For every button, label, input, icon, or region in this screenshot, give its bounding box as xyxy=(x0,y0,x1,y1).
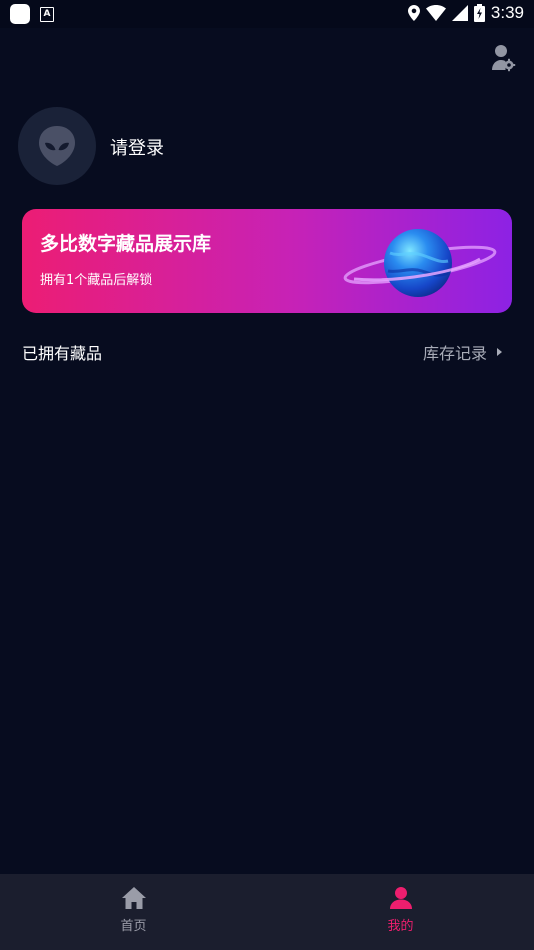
inventory-record-link[interactable]: 库存记录 xyxy=(423,340,502,364)
nav-item-mine[interactable]: 我的 xyxy=(267,874,534,950)
location-icon xyxy=(407,5,420,21)
app-notification-icon xyxy=(10,4,30,24)
signal-icon xyxy=(451,5,468,21)
login-prompt[interactable]: 请登录 xyxy=(110,134,164,160)
status-time: 3:39 xyxy=(490,3,524,22)
planet-icon xyxy=(343,229,497,297)
person-icon xyxy=(389,887,412,909)
user-settings-icon[interactable] xyxy=(490,44,516,72)
status-bar: A 3:39 xyxy=(0,0,534,28)
collection-banner[interactable]: 多比数字藏品展示库 拥有1个藏品后解锁 xyxy=(22,209,512,313)
nav-label-mine: 我的 xyxy=(387,919,414,934)
wifi-icon xyxy=(425,5,446,21)
alien-avatar-icon xyxy=(39,126,75,166)
battery-icon xyxy=(473,4,485,22)
avatar[interactable] xyxy=(18,107,96,185)
banner-subtitle: 拥有1个藏品后解锁 xyxy=(40,273,153,288)
bottom-nav: 首页 我的 xyxy=(0,874,534,950)
nav-item-home[interactable]: 首页 xyxy=(0,874,267,950)
inventory-record-label: 库存记录 xyxy=(422,344,487,363)
chevron-right-icon xyxy=(497,348,502,356)
banner-title: 多比数字藏品展示库 xyxy=(40,233,212,255)
font-notification-icon: A xyxy=(40,6,54,22)
nav-label-home: 首页 xyxy=(120,919,147,934)
home-icon xyxy=(121,887,146,909)
owned-collections-label: 已拥有藏品 xyxy=(22,344,103,363)
